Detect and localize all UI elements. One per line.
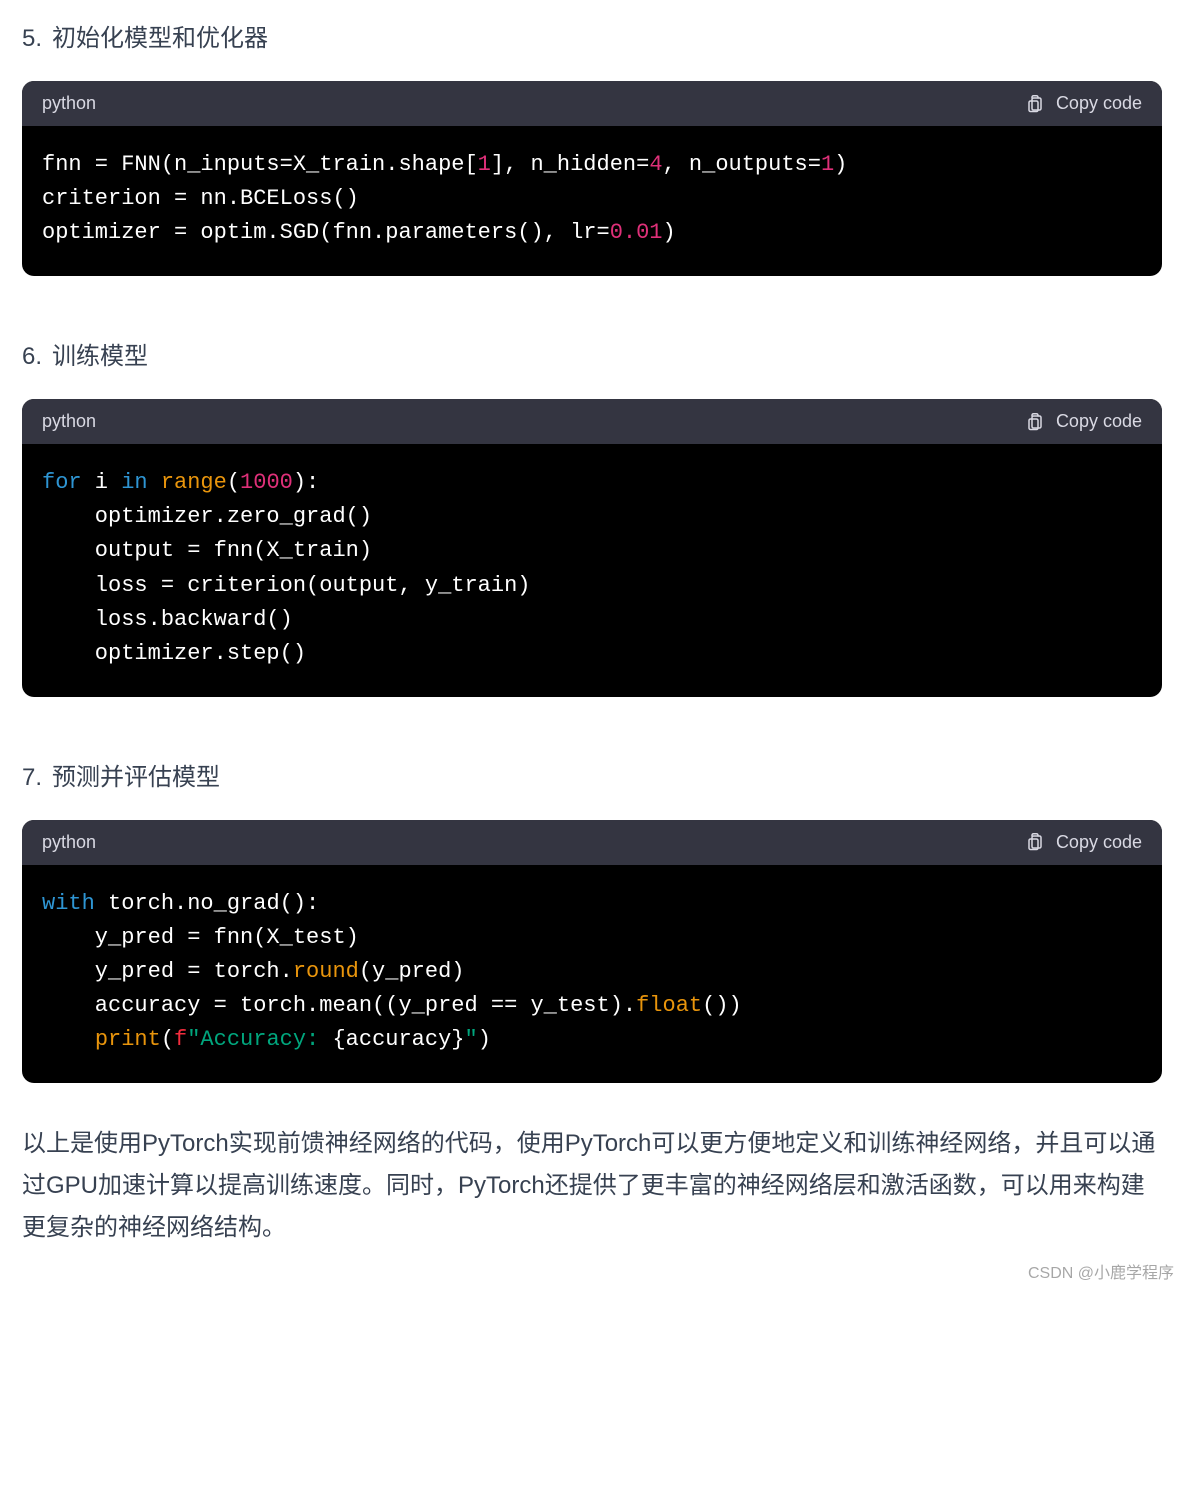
copy-code-label: Copy code: [1056, 93, 1142, 114]
section-heading-7: 7. 预测并评估模型: [22, 757, 1162, 792]
closing-paragraph: 以上是使用PyTorch实现前馈神经网络的代码，使用PyTorch可以更方便地定…: [22, 1123, 1162, 1249]
copy-code-button[interactable]: Copy code: [1026, 832, 1142, 853]
copy-code-label: Copy code: [1056, 832, 1142, 853]
copy-code-button[interactable]: Copy code: [1026, 93, 1142, 114]
section-heading-5: 5. 初始化模型和优化器: [22, 18, 1162, 53]
copy-code-label: Copy code: [1056, 411, 1142, 432]
section-number: 7.: [22, 764, 42, 792]
language-label: python: [42, 411, 96, 432]
clipboard-icon: [1026, 412, 1044, 432]
code-block-3: python Copy code with torch.no_grad(): y…: [22, 820, 1162, 1083]
copy-code-button[interactable]: Copy code: [1026, 411, 1142, 432]
watermark: CSDN @小鹿学程序: [1028, 1259, 1174, 1283]
section-title: 初始化模型和优化器: [52, 18, 268, 53]
section-heading-6: 6. 训练模型: [22, 336, 1162, 371]
code-header: python Copy code: [22, 81, 1162, 126]
code-body-3: with torch.no_grad(): y_pred = fnn(X_tes…: [22, 865, 1162, 1083]
code-block-1: python Copy code fnn = FNN(n_inputs=X_tr…: [22, 81, 1162, 276]
section-number: 5.: [22, 25, 42, 53]
code-body-1: fnn = FNN(n_inputs=X_train.shape[1], n_h…: [22, 126, 1162, 276]
section-number: 6.: [22, 343, 42, 371]
clipboard-icon: [1026, 94, 1044, 114]
language-label: python: [42, 93, 96, 114]
code-body-2: for i in range(1000): optimizer.zero_gra…: [22, 444, 1162, 697]
language-label: python: [42, 832, 96, 853]
section-title: 预测并评估模型: [52, 757, 220, 792]
code-header: python Copy code: [22, 399, 1162, 444]
section-title: 训练模型: [52, 336, 148, 371]
clipboard-icon: [1026, 832, 1044, 852]
code-header: python Copy code: [22, 820, 1162, 865]
code-block-2: python Copy code for i in range(1000): o…: [22, 399, 1162, 697]
